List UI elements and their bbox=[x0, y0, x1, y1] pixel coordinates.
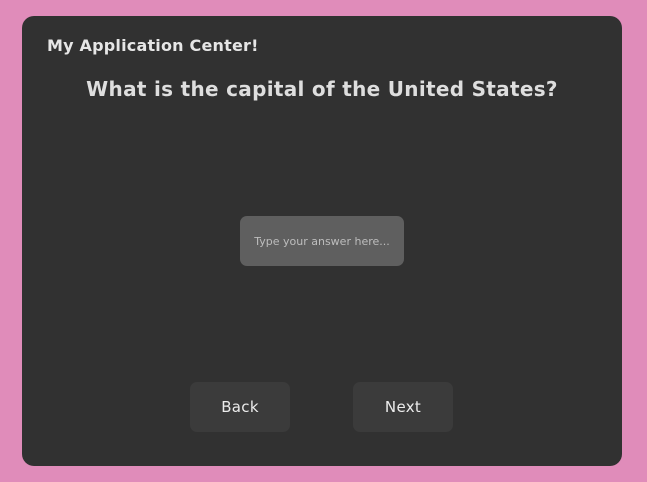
next-button[interactable]: Next bbox=[353, 382, 453, 432]
question-text: What is the capital of the United States… bbox=[86, 77, 558, 101]
back-button[interactable]: Back bbox=[190, 382, 290, 432]
answer-input[interactable] bbox=[240, 216, 404, 266]
app-title: My Application Center! bbox=[47, 36, 259, 55]
application-panel: My Application Center! What is the capit… bbox=[22, 16, 622, 466]
